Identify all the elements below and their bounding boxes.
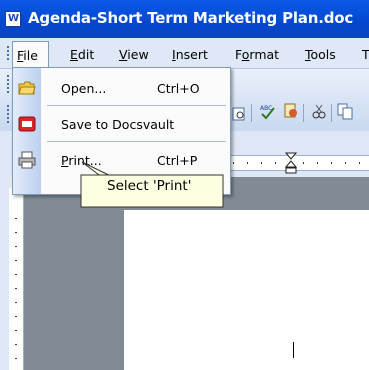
word-app-icon[interactable]: W [5, 11, 21, 27]
menu-item-open[interactable]: Open... Ctrl+O [13, 73, 230, 103]
cut-icon[interactable] [310, 102, 328, 120]
copy-icon[interactable] [336, 102, 354, 120]
tooltip-text: Select 'Print' [107, 178, 192, 194]
print-preview-icon[interactable] [230, 105, 248, 123]
docsvault-icon [18, 116, 36, 132]
menu-table[interactable]: T [362, 47, 369, 62]
research-icon[interactable] [282, 102, 300, 120]
title-bar: W Agenda-Short Term Marketing Plan.doc [0, 0, 369, 38]
menu-file[interactable]: File [12, 41, 49, 68]
menu-view[interactable]: View [119, 47, 149, 62]
open-folder-icon [18, 81, 36, 95]
indent-marker-icon[interactable] [285, 152, 297, 174]
menu-bar: File Edit View Insert Format Tools T [0, 38, 369, 69]
left-pane [0, 177, 9, 370]
menubar-grip-handle[interactable] [7, 46, 9, 62]
toolbar-grip-handle[interactable] [7, 75, 9, 95]
spelling-icon[interactable]: ABC [258, 102, 276, 120]
menu-format[interactable]: Format [235, 47, 279, 62]
document-page[interactable] [124, 210, 369, 370]
vertical-ruler[interactable] [9, 188, 24, 370]
printer-icon [18, 151, 36, 169]
text-cursor [293, 342, 294, 358]
menu-item-save-to-docsvault[interactable]: Save to Docsvault [13, 109, 230, 139]
toolbar-grip-handle-2[interactable] [7, 105, 9, 125]
menu-insert[interactable]: Insert [172, 47, 208, 62]
menu-edit[interactable]: Edit [70, 47, 94, 62]
menu-tools[interactable]: Tools [305, 47, 336, 62]
window-title: Agenda-Short Term Marketing Plan.doc [28, 9, 354, 27]
